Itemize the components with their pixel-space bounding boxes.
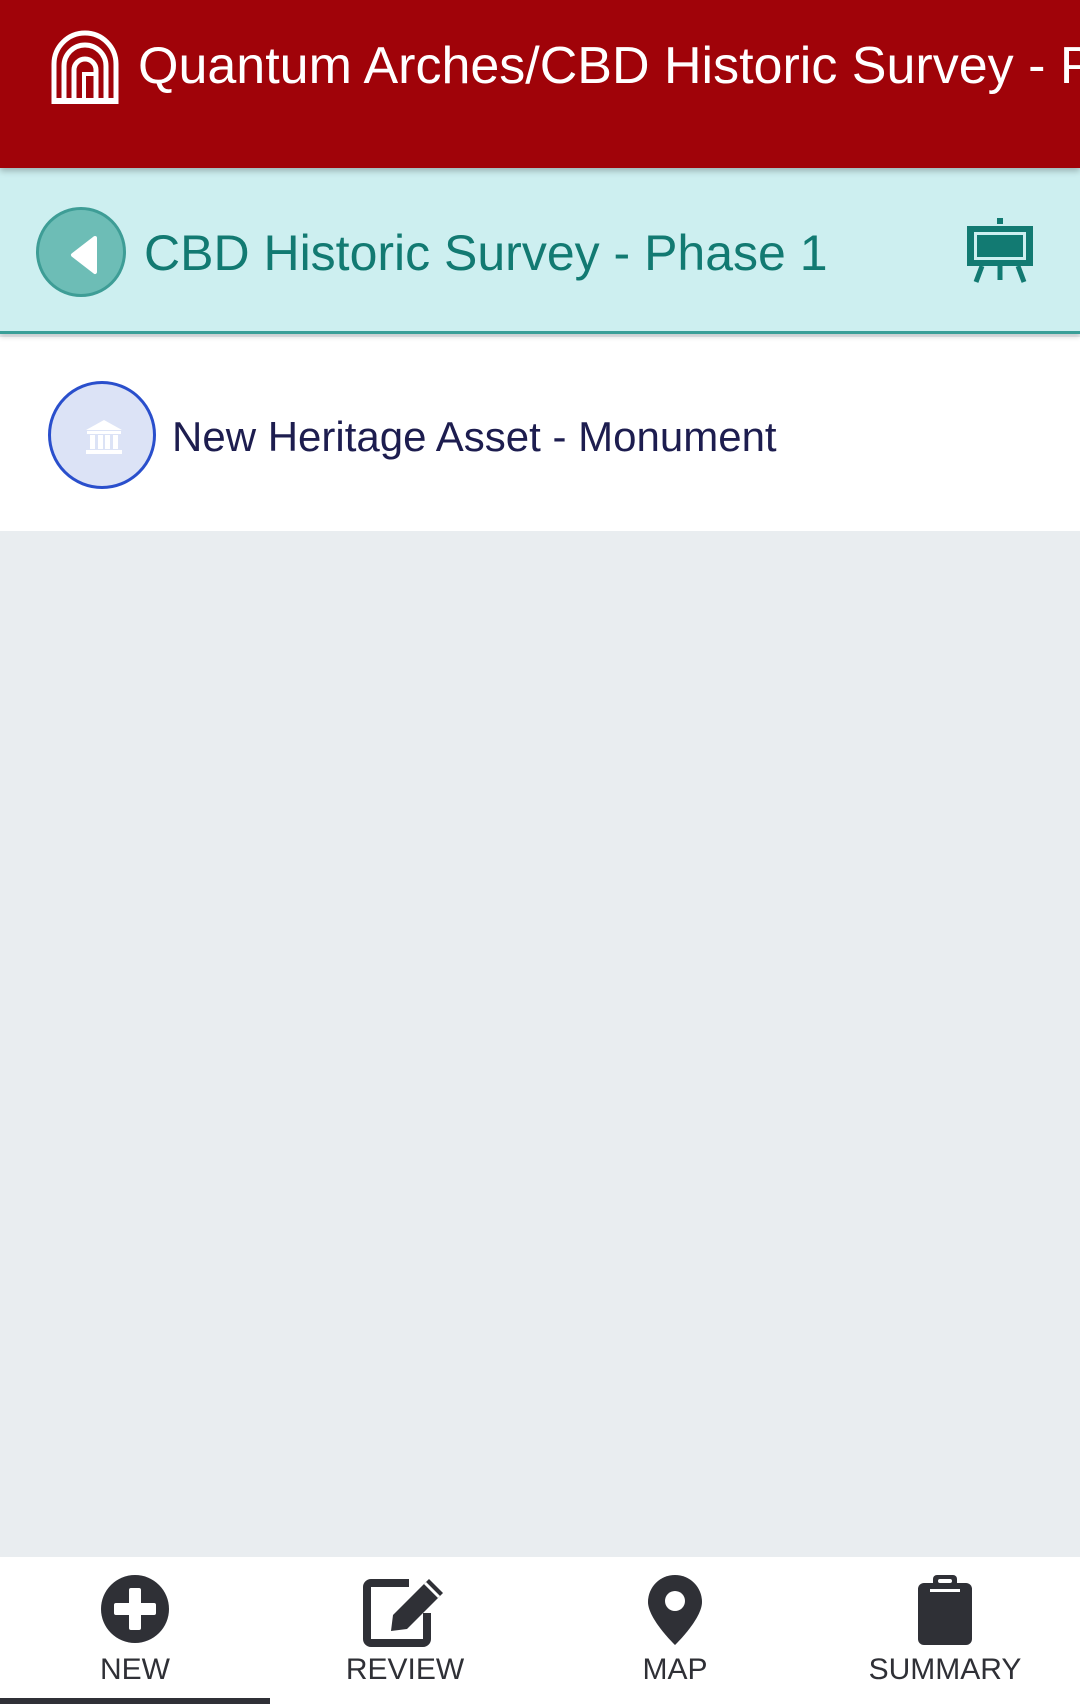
map-pin-icon	[540, 1573, 810, 1649]
bottom-tab-bar: NEW REVIEW MAP SUMMARY	[0, 1557, 1080, 1704]
tab-new-label: NEW	[100, 1653, 170, 1686]
back-arrow-icon	[71, 236, 97, 274]
resource-list: New Heritage Asset - Monument	[0, 337, 1080, 531]
list-item-label: New Heritage Asset - Monument	[172, 413, 777, 460]
tab-map-label: MAP	[642, 1653, 708, 1686]
edit-icon	[270, 1573, 540, 1649]
tab-map[interactable]: MAP	[540, 1557, 810, 1704]
tab-new[interactable]: NEW	[0, 1557, 270, 1704]
tab-summary[interactable]: SUMMARY	[810, 1557, 1080, 1704]
easel-icon[interactable]	[966, 218, 1034, 284]
clipboard-icon	[810, 1573, 1080, 1649]
plus-circle-icon	[0, 1573, 270, 1649]
monument-icon	[48, 381, 156, 489]
tab-review[interactable]: REVIEW	[270, 1557, 540, 1704]
back-button[interactable]	[36, 207, 126, 297]
tab-review-label: REVIEW	[345, 1653, 465, 1686]
project-header: CBD Historic Survey - Phase 1	[0, 168, 1080, 334]
list-item[interactable]: New Heritage Asset - Monument	[0, 337, 1080, 531]
app-title: Quantum Arches/CBD Historic Survey - Ph	[138, 37, 1080, 95]
project-title: CBD Historic Survey - Phase 1	[144, 225, 828, 281]
tab-summary-label: SUMMARY	[868, 1653, 1022, 1686]
active-tab-indicator	[0, 1698, 270, 1704]
app-bar: Quantum Arches/CBD Historic Survey - Ph	[0, 0, 1080, 168]
arches-logo-icon	[50, 30, 120, 105]
